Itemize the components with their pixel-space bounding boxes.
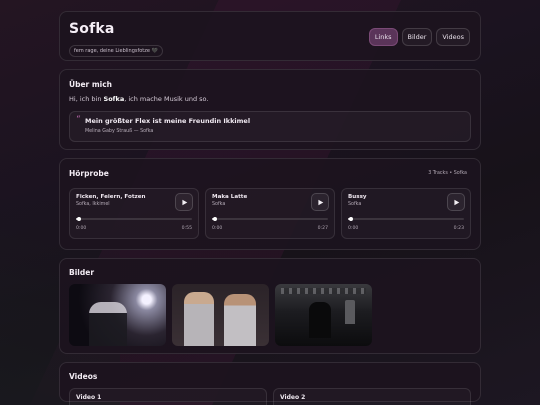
play-icon <box>181 199 187 205</box>
gallery-section: Bilder <box>59 258 481 354</box>
video-list: Video 1 Video 2 <box>69 388 471 405</box>
video-card[interactable]: Video 2 <box>273 388 471 405</box>
gallery-image[interactable] <box>275 284 372 346</box>
nav-videos-button[interactable]: Videos <box>436 28 470 46</box>
about-text-suffix: , ich mache Musik und so. <box>124 95 209 103</box>
videos-section: Videos Video 1 Video 2 <box>59 362 481 405</box>
duration: 0:23 <box>453 226 464 231</box>
play-button[interactable] <box>311 193 329 211</box>
track-card: Maka Latte Sofka 0:00 0:27 <box>205 188 335 239</box>
top-nav: Links Bilder Videos <box>368 28 470 46</box>
about-name: Sofka <box>103 95 125 103</box>
tracks-title: Hörprobe <box>69 169 109 178</box>
videos-title: Videos <box>69 372 98 381</box>
quote-author: Melina Gaby Strauß — Sofka <box>85 129 154 134</box>
play-button[interactable] <box>447 193 465 211</box>
about-title: Über mich <box>69 80 113 89</box>
duration: 0:27 <box>317 226 328 231</box>
progress-knob[interactable] <box>349 217 354 221</box>
gallery-title: Bilder <box>69 268 95 277</box>
video-card[interactable]: Video 1 <box>69 388 267 405</box>
current-time: 0:00 <box>212 226 223 231</box>
tagline-badge: fem rage, deine Lieblingsfotze 🖤 <box>69 45 163 57</box>
track-times: 0:00 0:27 <box>212 226 328 231</box>
progress-knob[interactable] <box>213 217 218 221</box>
tracks-section: Hörprobe 3 Tracks • Sofka Ficken, Feiern… <box>59 158 481 250</box>
tracks-meta: 3 Tracks • Sofka <box>428 171 467 176</box>
quote-text: Mein größter Flex ist meine Freundin Ikk… <box>85 117 251 125</box>
track-times: 0:00 0:23 <box>348 226 464 231</box>
about-section: Über mich Hi, ich bin Sofka, ich mache M… <box>59 69 481 150</box>
quote-block: “ Mein größter Flex ist meine Freundin I… <box>69 111 471 142</box>
track-times: 0:00 0:55 <box>76 226 192 231</box>
nav-links-button[interactable]: Links <box>368 28 398 46</box>
progress-bar[interactable] <box>76 217 192 221</box>
play-icon <box>317 199 323 205</box>
gallery-image[interactable] <box>69 284 166 346</box>
progress-knob[interactable] <box>77 217 82 221</box>
track-card: Bussy Sofka 0:00 0:23 <box>341 188 471 239</box>
current-time: 0:00 <box>76 226 87 231</box>
progress-bar[interactable] <box>348 217 464 221</box>
about-text: Hi, ich bin Sofka, ich mache Musik und s… <box>69 95 471 103</box>
about-text-prefix: Hi, ich bin <box>69 95 104 103</box>
quote-mark-icon: “ <box>76 115 81 125</box>
page-container: Sofka fem rage, deine Lieblingsfotze 🖤 L… <box>59 11 481 405</box>
nav-bilder-button[interactable]: Bilder <box>401 28 433 46</box>
track-card: Ficken, Feiern, Fotzen Sofka, Ikkimel 0:… <box>69 188 199 239</box>
play-button[interactable] <box>175 193 193 211</box>
progress-bar[interactable] <box>212 217 328 221</box>
play-icon <box>453 199 459 205</box>
track-list: Ficken, Feiern, Fotzen Sofka, Ikkimel 0:… <box>69 188 471 239</box>
profile-header: Sofka fem rage, deine Lieblingsfotze 🖤 L… <box>59 11 481 61</box>
duration: 0:55 <box>181 226 192 231</box>
gallery-image[interactable] <box>172 284 269 346</box>
gallery-grid <box>69 284 471 346</box>
current-time: 0:00 <box>348 226 359 231</box>
